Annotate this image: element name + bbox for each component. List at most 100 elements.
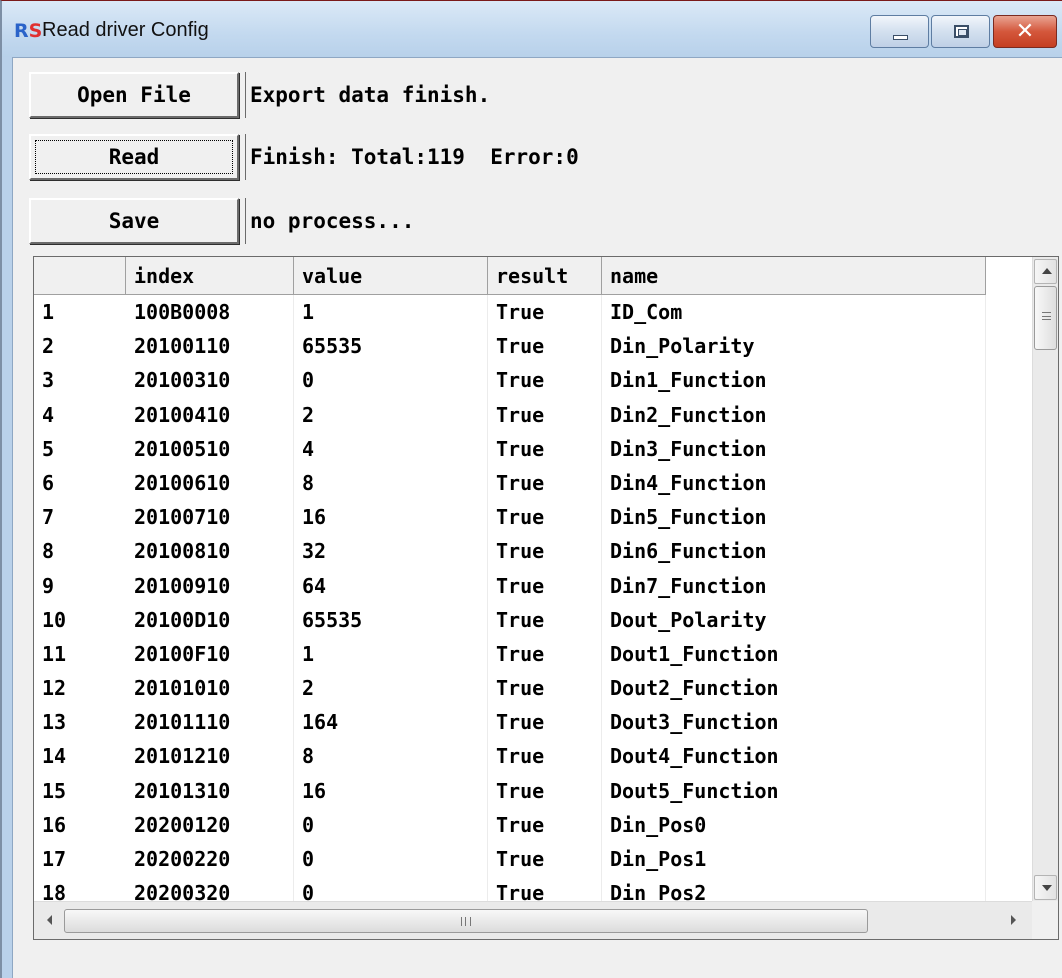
cell-name: Din5_Function — [602, 500, 986, 535]
scroll-left-button[interactable] — [40, 909, 60, 932]
cell-value: 16 — [294, 773, 488, 808]
column-header-index[interactable]: index — [126, 257, 294, 295]
scroll-down-button[interactable] — [1034, 875, 1057, 900]
cell-row-number: 13 — [42, 710, 67, 735]
scroll-right-button[interactable] — [1004, 909, 1024, 932]
cell-row-number: 6 — [42, 470, 55, 495]
table-row[interactable]: 16 20200120 0 True Din_Pos0 — [34, 807, 992, 842]
cell-row-number: 4 — [42, 402, 55, 427]
column-header-result[interactable]: result — [488, 257, 602, 295]
cell-name: Dout_Polarity — [602, 602, 986, 637]
cell-result: True — [488, 500, 602, 535]
cell-name: Dout1_Function — [602, 636, 986, 672]
table-row[interactable]: 14 20101210 8 True Dout4_Function — [34, 739, 992, 774]
table-row[interactable]: 18 20200320 0 True Din_Pos2 — [34, 876, 992, 901]
data-grid[interactable]: index value result name 1 100B0008 1 True ID… — [33, 256, 1059, 940]
cell-row-number: 18 — [42, 881, 67, 901]
cell-result: True — [488, 705, 602, 740]
table-row[interactable]: 7 20100710 16 True Din5_Function — [34, 500, 992, 535]
scroll-left-icon — [47, 915, 52, 925]
cell-index: 20101110 — [126, 705, 294, 740]
horizontal-scroll-thumb[interactable] — [64, 909, 868, 933]
close-button[interactable]: ✕ — [993, 15, 1057, 48]
table-row[interactable]: 13 20101110 164 True Dout3_Function — [34, 705, 992, 740]
window-title: Read driver Config — [42, 19, 209, 41]
table-row[interactable]: 15 20101310 16 True Dout5_Function — [34, 773, 992, 808]
cell-index: 100B0008 — [126, 295, 294, 330]
title-bar[interactable]: RS Read driver Config ✕ — [2, 1, 1062, 57]
cell-row-number: 1 — [42, 300, 55, 324]
cell-name: Din_Polarity — [602, 329, 986, 364]
cell-result: True — [488, 534, 602, 569]
table-row[interactable]: 5 20100510 4 True Din3_Function — [34, 431, 992, 466]
app-window: RS Read driver Config ✕ Open File Export… — [0, 0, 1062, 978]
cell-value: 1 — [294, 295, 488, 330]
cell-row-number: 10 — [42, 607, 67, 632]
cell-result: True — [488, 807, 602, 842]
cell-name: Din4_Function — [602, 465, 986, 501]
horizontal-scrollbar[interactable] — [34, 901, 1034, 939]
cell-value: 8 — [294, 465, 488, 501]
cell-name: Dout4_Function — [602, 739, 986, 774]
cell-index: 20100F10 — [126, 636, 294, 672]
save-status: no process... — [245, 198, 645, 244]
cell-result: True — [488, 876, 602, 901]
maximize-icon — [954, 25, 969, 38]
cell-value: 2 — [294, 671, 488, 706]
open-file-button[interactable]: Open File — [29, 72, 239, 118]
cell-value: 64 — [294, 568, 488, 603]
cell-row-number: 2 — [42, 334, 55, 359]
cell-name: Din7_Function — [602, 568, 986, 603]
cell-index: 20100610 — [126, 465, 294, 501]
read-status: Finish: Total:119 Error:0 — [245, 134, 645, 180]
minimize-button[interactable] — [870, 15, 929, 48]
table-row[interactable]: 11 20100F10 1 True Dout1_Function — [34, 636, 992, 672]
cell-index: 20100910 — [126, 568, 294, 603]
cell-row-number: 7 — [42, 505, 55, 530]
scroll-up-button[interactable] — [1034, 259, 1057, 284]
cell-name: Din3_Function — [602, 431, 986, 466]
maximize-button[interactable] — [931, 15, 990, 48]
cell-index: 20100110 — [126, 329, 294, 364]
column-header-value[interactable]: value — [294, 257, 488, 295]
cell-name: Dout3_Function — [602, 705, 986, 740]
table-row[interactable]: 6 20100610 8 True Din4_Function — [34, 465, 992, 501]
read-button[interactable]: Read — [29, 134, 239, 180]
vertical-scrollbar[interactable] — [1032, 257, 1058, 902]
cell-value: 0 — [294, 842, 488, 877]
cell-result: True — [488, 431, 602, 466]
grip-icon — [461, 917, 471, 926]
table-row[interactable]: 4 20100410 2 True Din2_Function — [34, 397, 992, 432]
table-row[interactable]: 17 20200220 0 True Din_Pos1 — [34, 842, 992, 877]
cell-index: 20200120 — [126, 807, 294, 842]
close-icon: ✕ — [1015, 19, 1035, 44]
cell-result: True — [488, 295, 602, 330]
cell-value: 0 — [294, 363, 488, 398]
table-row[interactable]: 9 20100910 64 True Din7_Function — [34, 568, 992, 603]
cell-value: 16 — [294, 500, 488, 535]
minimize-icon — [893, 35, 908, 40]
cell-result: True — [488, 363, 602, 398]
table-row[interactable]: 2 20100110 65535 True Din_Polarity — [34, 329, 992, 364]
cell-value: 164 — [294, 705, 488, 740]
cell-result: True — [488, 739, 602, 774]
cell-index: 20101010 — [126, 671, 294, 706]
table-row[interactable]: 10 20100D10 65535 True Dout_Polarity — [34, 602, 992, 637]
cell-value: 0 — [294, 807, 488, 842]
table-row[interactable]: 1 100B0008 1 True ID_Com — [34, 295, 992, 330]
column-header-row-number[interactable] — [34, 257, 126, 295]
cell-result: True — [488, 773, 602, 808]
table-row[interactable]: 8 20100810 32 True Din6_Function — [34, 534, 992, 569]
cell-index: 20100410 — [126, 397, 294, 432]
vertical-scroll-thumb[interactable] — [1034, 286, 1057, 350]
grid-body: 1 100B0008 1 True ID_Com 2 20100110 65535 True Di… — [34, 295, 992, 901]
cell-row-number: 8 — [42, 539, 55, 564]
scroll-up-icon — [1042, 268, 1052, 274]
column-header-name[interactable]: name — [602, 257, 986, 295]
cell-value: 65535 — [294, 602, 488, 637]
cell-index: 20101310 — [126, 773, 294, 808]
table-row[interactable]: 12 20101010 2 True Dout2_Function — [34, 671, 992, 706]
cell-index: 20200220 — [126, 842, 294, 877]
table-row[interactable]: 3 20100310 0 True Din1_Function — [34, 363, 992, 398]
save-button[interactable]: Save — [29, 198, 239, 244]
